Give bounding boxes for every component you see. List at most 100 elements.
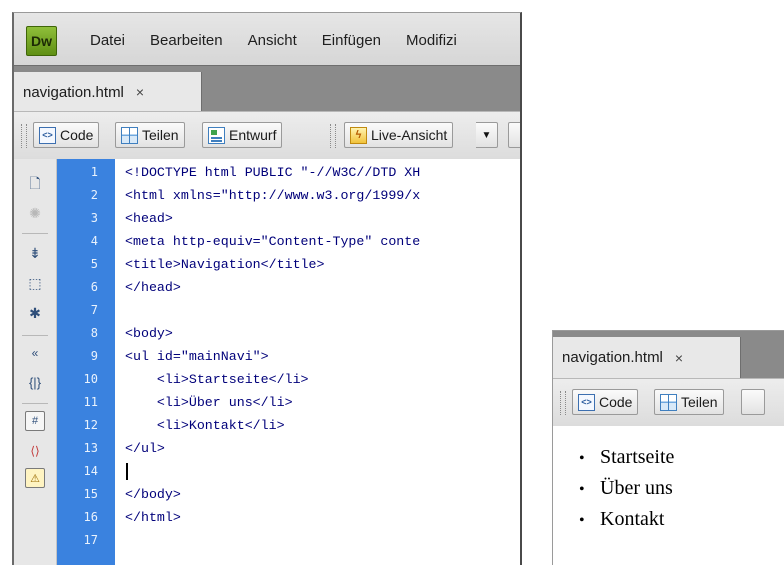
line-number-gutter: 1 2 3 4 5 6 7 8 9 10 11 12 13 14 15 16 17 bbox=[57, 159, 115, 565]
toolbar-divider bbox=[22, 233, 48, 234]
bullet-icon: • bbox=[579, 450, 585, 467]
live-view-button[interactable]: ϟ Live-Ansicht bbox=[344, 122, 454, 148]
menu-einfuegen[interactable]: Einfügen bbox=[322, 32, 381, 49]
list-item: • Über uns bbox=[579, 473, 674, 504]
line-number: 13 bbox=[83, 441, 98, 455]
document-toolbar: <> Code Teilen Entwurf ϟ Live-Ansicht ▼ bbox=[14, 111, 520, 161]
line-number: 15 bbox=[83, 487, 98, 501]
list-item: • Startseite bbox=[579, 442, 674, 473]
show-code-navigator-icon: ✺ bbox=[29, 204, 41, 221]
design-view: • Startseite • Über uns • Kontakt bbox=[553, 426, 784, 565]
live-view-dropdown[interactable]: ▼ bbox=[476, 122, 498, 148]
code-line: </body> bbox=[125, 487, 181, 502]
line-number: 4 bbox=[90, 234, 98, 248]
code-line: <html xmlns="http://www.w3.org/1999/x bbox=[125, 188, 421, 203]
line-number: 11 bbox=[83, 395, 98, 409]
collapse-full-tag-icon[interactable]: ⇟ bbox=[25, 243, 45, 263]
preview-tab-label: navigation.html bbox=[562, 349, 663, 366]
design-view-icon bbox=[208, 126, 225, 144]
toolbar-divider bbox=[22, 335, 48, 336]
document-tab-bar: navigation.html × bbox=[14, 65, 520, 112]
toolbar-grip[interactable] bbox=[560, 391, 566, 415]
line-numbers-icon[interactable]: # bbox=[25, 411, 45, 431]
dreamweaver-logo: Dw bbox=[26, 26, 57, 56]
split-view-label: Teilen bbox=[142, 127, 179, 143]
code-line: <body> bbox=[125, 326, 173, 341]
toolbar-next-button[interactable] bbox=[508, 122, 520, 148]
bullet-icon: • bbox=[579, 512, 585, 529]
code-view-label: Code bbox=[60, 127, 94, 143]
menu-bar: Dw Datei Bearbeiten Ansicht Einfügen Mod… bbox=[14, 13, 520, 65]
list-item-label: Über uns bbox=[600, 477, 673, 499]
code-line: </html> bbox=[125, 510, 181, 525]
balance-braces-icon[interactable]: {|} bbox=[25, 372, 45, 392]
line-number: 3 bbox=[90, 211, 98, 225]
split-view-icon bbox=[660, 393, 677, 411]
preview-tab-bar: navigation.html × bbox=[553, 331, 784, 378]
code-line: </ul> bbox=[125, 441, 165, 456]
preview-document-toolbar: <> Code Teilen bbox=[553, 378, 784, 427]
document-tab-label: navigation.html bbox=[23, 83, 124, 101]
select-parent-tag-icon[interactable]: « bbox=[25, 343, 45, 363]
menu-modifizieren[interactable]: Modifizi bbox=[406, 32, 457, 49]
code-line: <title>Navigation</title> bbox=[125, 257, 325, 272]
menu-ansicht[interactable]: Ansicht bbox=[248, 32, 297, 49]
preview-split-view-button[interactable]: Teilen bbox=[654, 389, 724, 415]
line-number: 2 bbox=[90, 188, 98, 202]
code-line: <!DOCTYPE html PUBLIC "-//W3C//DTD XH bbox=[125, 165, 421, 180]
code-view-icon: <> bbox=[39, 126, 56, 144]
line-number: 7 bbox=[90, 303, 98, 317]
coding-toolbar: 🗋 ✺ ⇟ ⬚ ✱ « {|} # ⟨⟩ ⚠ bbox=[14, 159, 57, 565]
menu-bearbeiten[interactable]: Bearbeiten bbox=[150, 32, 223, 49]
open-documents-icon[interactable]: 🗋 bbox=[25, 175, 45, 195]
preview-document-tab[interactable]: navigation.html × bbox=[553, 337, 741, 378]
toolbar-separator bbox=[330, 124, 336, 148]
lightning-icon: ϟ bbox=[350, 126, 367, 144]
code-line: </head> bbox=[125, 280, 181, 295]
highlight-invalid-code-icon[interactable]: ⟨⟩ bbox=[25, 441, 45, 461]
live-view-label: Live-Ansicht bbox=[371, 127, 448, 143]
line-number: 14 bbox=[83, 464, 98, 478]
bullet-icon: • bbox=[579, 481, 585, 498]
close-icon[interactable]: × bbox=[675, 350, 683, 366]
list-item: • Kontakt bbox=[579, 504, 674, 535]
menu-items: Datei Bearbeiten Ansicht Einfügen Modifi… bbox=[90, 32, 482, 49]
code-line: <ul id="mainNavi"> bbox=[125, 349, 269, 364]
line-number: 17 bbox=[83, 533, 98, 547]
line-number: 10 bbox=[83, 372, 98, 386]
toolbar-divider bbox=[22, 403, 48, 404]
code-view-button[interactable]: <> Code bbox=[33, 122, 100, 148]
navigation-list: • Startseite • Über uns • Kontakt bbox=[579, 442, 674, 535]
code-line: <meta http-equiv="Content-Type" conte bbox=[125, 234, 421, 249]
text-cursor bbox=[126, 463, 128, 480]
preview-design-view-button[interactable] bbox=[741, 389, 765, 415]
preview-code-view-button[interactable]: <> Code bbox=[572, 389, 639, 415]
line-number: 5 bbox=[90, 257, 98, 271]
line-number: 8 bbox=[90, 326, 98, 340]
collapse-selection-icon[interactable]: ⬚ bbox=[25, 273, 45, 293]
code-line: <li>Über uns</li> bbox=[125, 395, 293, 410]
code-line: <head> bbox=[125, 211, 173, 226]
list-item-label: Kontakt bbox=[600, 508, 665, 530]
code-editor[interactable]: <!DOCTYPE html PUBLIC "-//W3C//DTD XH <ht… bbox=[115, 159, 520, 565]
preview-code-view-label: Code bbox=[599, 394, 633, 410]
line-number: 12 bbox=[83, 418, 98, 432]
line-number: 9 bbox=[90, 349, 98, 363]
dreamweaver-window: Dw Datei Bearbeiten Ansicht Einfügen Mod… bbox=[12, 12, 522, 565]
preview-window: navigation.html × <> Code Teilen • Starts… bbox=[552, 330, 784, 565]
line-number: 1 bbox=[90, 165, 98, 179]
code-line: <li>Startseite</li> bbox=[125, 372, 309, 387]
expand-all-icon[interactable]: ✱ bbox=[25, 303, 45, 323]
menu-datei[interactable]: Datei bbox=[90, 32, 125, 49]
split-view-icon bbox=[121, 126, 138, 144]
design-view-label: Entwurf bbox=[229, 127, 277, 143]
line-number: 16 bbox=[83, 510, 98, 524]
close-icon[interactable]: × bbox=[136, 84, 144, 100]
toolbar-grip[interactable] bbox=[21, 124, 27, 148]
design-view-button[interactable]: Entwurf bbox=[202, 122, 283, 148]
list-item-label: Startseite bbox=[600, 446, 675, 468]
line-number: 6 bbox=[90, 280, 98, 294]
split-view-button[interactable]: Teilen bbox=[115, 122, 185, 148]
document-tab[interactable]: navigation.html × bbox=[14, 72, 202, 112]
syntax-error-alerts-icon[interactable]: ⚠ bbox=[25, 468, 45, 488]
